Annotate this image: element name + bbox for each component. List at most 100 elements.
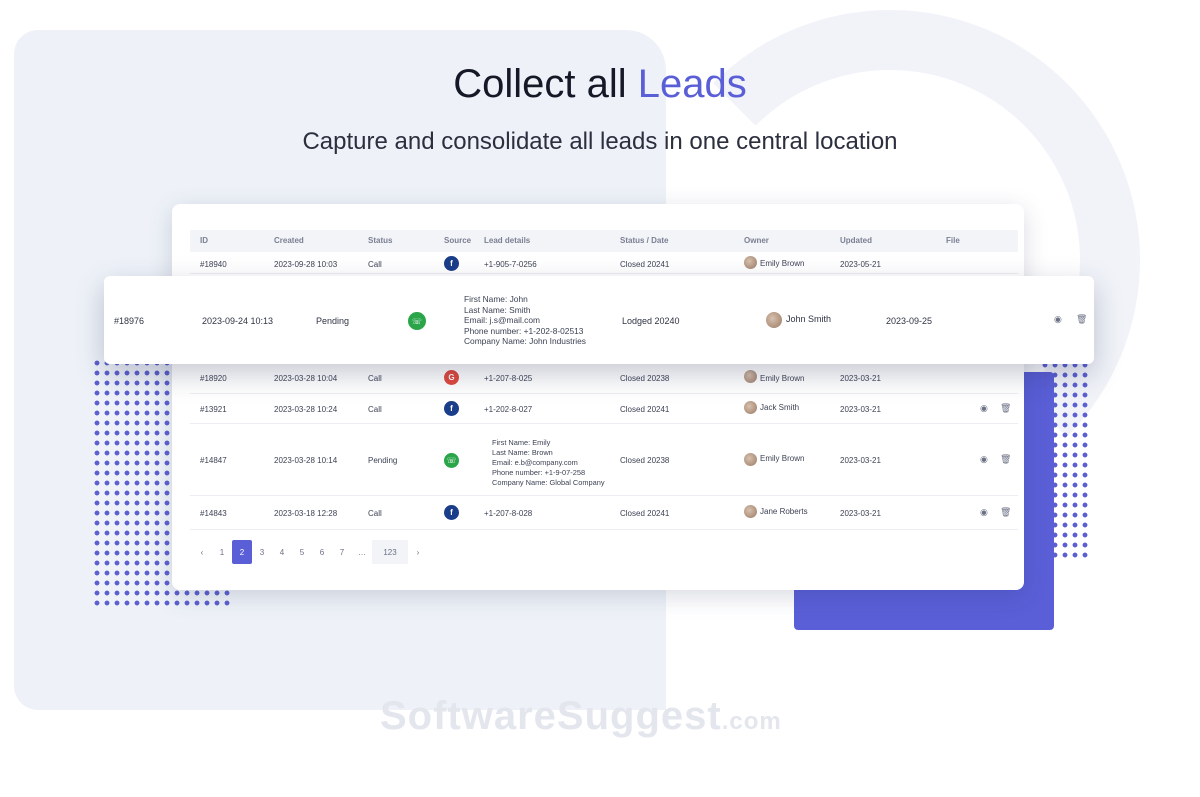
row-status: Pending [316, 316, 350, 326]
row-updated: 2023-09-25 [886, 316, 933, 326]
row-created: 2023-03-28 10:14 [274, 456, 338, 465]
table-row[interactable]: #13921 2023-03-28 10:24 Call f +1-202-8-… [190, 394, 1018, 424]
eye-icon[interactable]: ◉ [980, 507, 988, 518]
table-row[interactable]: #18920 2023-03-28 10:04 Call G +1-207-8-… [190, 364, 1018, 394]
row-status-date: Closed 20238 [620, 374, 670, 383]
eye-icon[interactable]: ◉ [980, 454, 988, 465]
avatar [766, 312, 782, 328]
row-status: Pending [368, 456, 398, 465]
col-status-date[interactable]: Status / Date [620, 236, 668, 245]
avatar [744, 401, 757, 414]
col-created[interactable]: Created [274, 236, 304, 245]
row-owner: Jack Smith [760, 403, 800, 412]
row-owner: Emily Brown [760, 374, 805, 383]
google-icon: G [444, 370, 459, 385]
page-subtitle: Capture and consolidate all leads in one… [302, 128, 898, 155]
page-title: Collect all Leads [0, 62, 1200, 107]
trash-icon[interactable]: 🗑 [1000, 454, 1011, 465]
col-updated[interactable]: Updated [840, 236, 872, 245]
avatar [744, 256, 757, 269]
row-status: Call [368, 509, 382, 518]
col-lead-details[interactable]: Lead details [484, 236, 530, 245]
row-updated: 2023-05-21 [840, 260, 881, 269]
whatsapp-icon: ☏ [444, 453, 459, 468]
col-file[interactable]: File [946, 236, 960, 245]
row-status-date: Closed 20238 [620, 456, 670, 465]
row-details: +1-207-8-025 [484, 374, 533, 383]
col-owner[interactable]: Owner [744, 236, 769, 245]
detail-phone: Phone number: +1-9-07-258 [492, 468, 586, 477]
row-updated: 2023-03-21 [840, 456, 881, 465]
page-button[interactable]: 6 [312, 540, 332, 564]
detail-first-name: First Name: John [464, 294, 528, 304]
row-status-date: Closed 20241 [620, 260, 670, 269]
table-row[interactable]: #14843 2023-03-18 12:28 Call f +1-207-8-… [190, 496, 1018, 530]
row-id: #18976 [114, 316, 145, 326]
col-id[interactable]: ID [200, 236, 208, 245]
detail-phone: Phone number: +1-202-8-02513 [464, 325, 584, 336]
row-status: Call [368, 405, 382, 414]
watermark-suffix: .com [721, 708, 782, 735]
row-owner: Emily Brown [760, 454, 805, 463]
trash-icon[interactable]: 🗑 [1000, 403, 1011, 414]
row-status-date: Closed 20241 [620, 509, 670, 518]
row-status: Call [368, 374, 382, 383]
row-id: #18940 [200, 260, 227, 269]
next-page-button[interactable]: › [408, 540, 428, 564]
lead-details: First Name: Emily Last Name: Brown Email… [492, 438, 605, 488]
avatar [744, 505, 757, 518]
row-status-date: Closed 20241 [620, 405, 670, 414]
watermark: SoftwareSuggest.com [380, 694, 782, 739]
facebook-icon: f [444, 256, 459, 271]
lead-details: First Name: John Last Name: Smith Email:… [464, 294, 586, 347]
table-header [190, 230, 1018, 252]
row-id: #14847 [200, 456, 227, 465]
facebook-icon: f [444, 401, 459, 416]
avatar [744, 453, 757, 466]
facebook-icon: f [444, 505, 459, 520]
row-created: 2023-09-24 10:13 [202, 316, 274, 326]
page-button[interactable]: 3 [252, 540, 272, 564]
row-owner: John Smith [786, 314, 832, 324]
col-source[interactable]: Source [444, 236, 471, 245]
highlighted-lead-row[interactable]: #18976 2023-09-24 10:13 Pending ☏ First … [104, 276, 1094, 364]
title-main: Collect all [453, 62, 638, 106]
row-id: #14843 [200, 509, 227, 518]
avatar [744, 370, 757, 383]
page-button[interactable]: 1 [212, 540, 232, 564]
table-row[interactable]: #18940 2023-09-28 10:03 Call f +1-905-7-… [190, 252, 1018, 274]
page-button[interactable]: 5 [292, 540, 312, 564]
page-button[interactable]: 7 [332, 540, 352, 564]
eye-icon[interactable]: ◉ [1054, 314, 1062, 325]
detail-last-name: Last Name: Brown [492, 448, 553, 457]
title-accent: Leads [637, 62, 747, 106]
table-row[interactable]: #14847 2023-03-28 10:14 Pending ☏ First … [190, 424, 1018, 496]
row-created: 2023-03-18 12:28 [274, 509, 338, 518]
prev-page-button[interactable]: ‹ [192, 540, 212, 564]
eye-icon[interactable]: ◉ [980, 403, 988, 414]
detail-email: Email: e.b@company.com [492, 458, 578, 467]
page-button[interactable]: 4 [272, 540, 292, 564]
row-details: +1-905-7-0256 [484, 260, 537, 269]
row-created: 2023-03-28 10:24 [274, 405, 338, 414]
trash-icon[interactable]: 🗑 [1076, 314, 1087, 325]
row-owner: Jane Roberts [760, 507, 808, 516]
detail-last-name: Last Name: Smith [464, 304, 531, 315]
col-status[interactable]: Status [368, 236, 392, 245]
pagination-ellipsis: … [358, 547, 366, 557]
detail-email: Email: j.s@mail.com [464, 315, 540, 326]
last-page-button[interactable]: 123 [372, 540, 408, 564]
row-details: +1-207-8-028 [484, 509, 533, 518]
row-id: #18920 [200, 374, 227, 383]
row-owner: Emily Brown [760, 259, 805, 268]
row-details: +1-202-8-027 [484, 405, 533, 414]
page-button-active[interactable]: 2 [232, 540, 252, 564]
row-created: 2023-09-28 10:03 [274, 260, 338, 269]
row-updated: 2023-03-21 [840, 405, 881, 414]
detail-company: Company Name: Global Company [492, 478, 605, 487]
trash-icon[interactable]: 🗑 [1000, 507, 1011, 518]
row-updated: 2023-03-21 [840, 374, 881, 383]
row-status-date: Lodged 20240 [622, 316, 680, 326]
dot-pattern-right [1040, 360, 1088, 558]
detail-first-name: First Name: Emily [492, 438, 551, 447]
